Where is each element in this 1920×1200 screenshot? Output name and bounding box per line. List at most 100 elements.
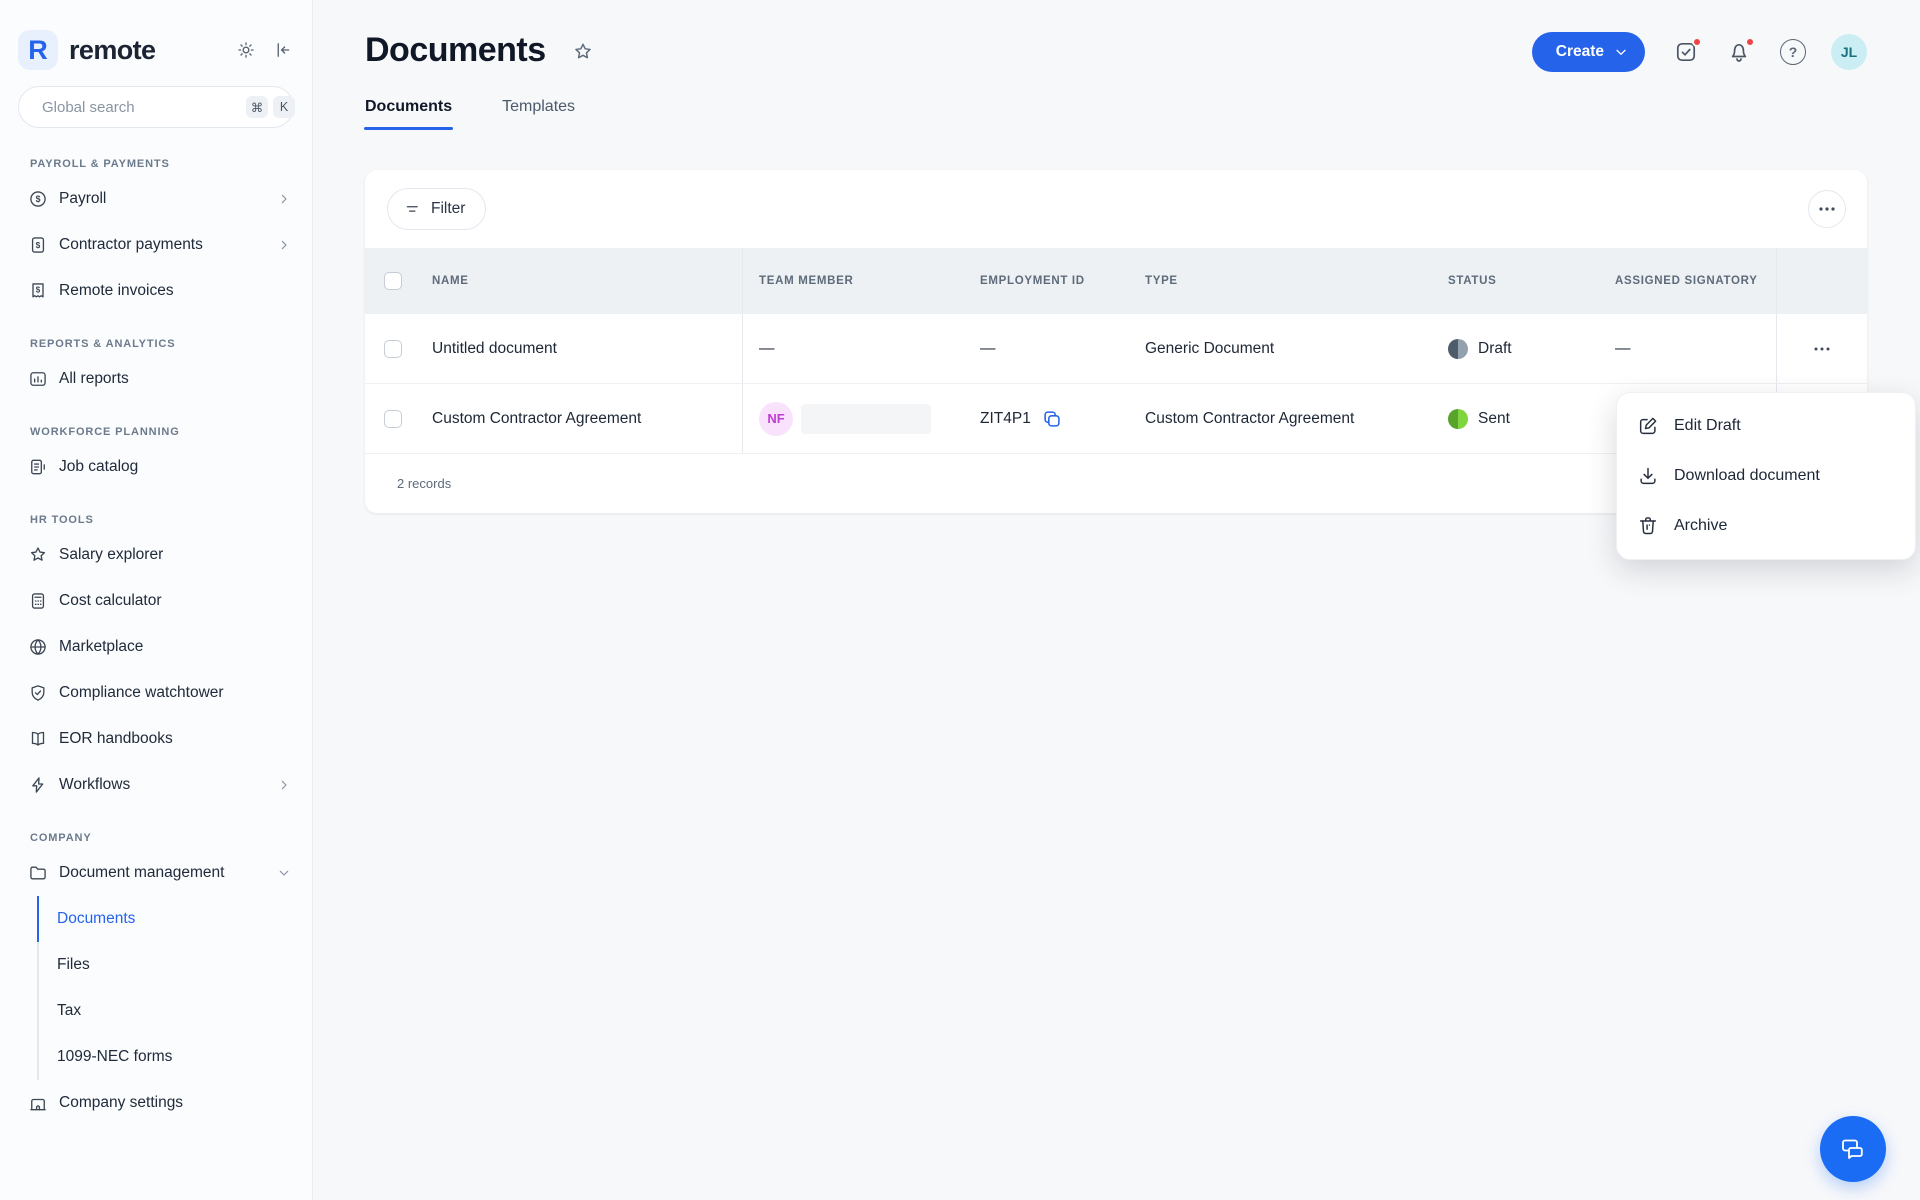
tasks-button[interactable] xyxy=(1674,37,1702,64)
brand-wordmark: remote xyxy=(69,34,156,65)
team-member-avatar: NF xyxy=(759,401,793,436)
menu-item-edit-draft[interactable]: Edit Draft xyxy=(1617,401,1915,451)
section-company: COMPANY xyxy=(30,832,92,844)
chat-bubbles-icon xyxy=(1842,1139,1863,1159)
sidebar-item-workflows[interactable]: Workflows xyxy=(0,762,312,808)
select-all-checkbox[interactable] xyxy=(383,271,402,290)
sidebar-item-all-reports[interactable]: All reports xyxy=(0,356,312,402)
cell-employment-id: ZIT4P1 xyxy=(964,384,1129,453)
ellipsis-icon xyxy=(1819,207,1835,211)
remote-logo-icon: R xyxy=(18,30,58,70)
table-options-button[interactable] xyxy=(1808,190,1846,228)
global-search[interactable]: ⌘ K xyxy=(18,86,295,128)
section-workforce-planning: WORKFORCE PLANNING xyxy=(30,426,180,438)
receipt-dollar-icon: $ xyxy=(31,237,45,253)
bar-chart-icon xyxy=(30,372,46,386)
main-content: Documents Create ? JL Documents Template… xyxy=(313,0,1920,1200)
tab-bar: Documents Templates xyxy=(364,98,1867,130)
subnav-item-1099-nec-forms[interactable]: 1099-NEC forms xyxy=(37,1034,312,1080)
sidebar-item-cost-calculator[interactable]: Cost calculator xyxy=(0,578,312,624)
section-hr-tools: HR TOOLS xyxy=(30,514,94,526)
active-tab-underline xyxy=(364,127,454,130)
calculator-icon xyxy=(31,593,45,609)
column-header-name: NAME xyxy=(420,248,743,313)
filter-button[interactable]: Filter xyxy=(387,188,487,230)
building-icon xyxy=(30,1098,46,1111)
chevron-right-icon xyxy=(281,240,287,250)
sidebar-item-eor-handbooks[interactable]: EOR handbooks xyxy=(0,716,312,762)
column-header-status: STATUS xyxy=(1448,274,1497,287)
book-icon xyxy=(31,731,45,746)
chevron-right-icon xyxy=(281,194,287,204)
edit-icon xyxy=(1639,417,1657,435)
table-row[interactable]: Untitled document — — Generic Document D… xyxy=(365,313,1867,383)
table-header-row: NAME TEAM MEMBER EMPLOYMENT ID TYPE STAT… xyxy=(365,248,1867,313)
chevron-down-icon xyxy=(1616,49,1626,55)
filter-icon xyxy=(406,206,418,212)
copy-icon[interactable] xyxy=(1041,408,1063,430)
chevron-right-icon xyxy=(281,780,287,790)
star-icon xyxy=(30,547,46,561)
cell-assigned-signatory: — xyxy=(1599,314,1777,383)
cell-name: Untitled document xyxy=(420,314,743,383)
cell-employment-id: — xyxy=(980,339,996,357)
svg-text:$: $ xyxy=(36,286,41,295)
sidebar-item-contractor-payments[interactable]: $ Contractor payments xyxy=(0,222,312,268)
notifications-button[interactable] xyxy=(1727,37,1755,64)
status-badge: Sent xyxy=(1448,408,1510,429)
dollar-circle-icon: $ xyxy=(30,191,46,207)
row-checkbox[interactable] xyxy=(383,339,402,358)
menu-item-download-document[interactable]: Download document xyxy=(1617,451,1915,501)
help-button[interactable]: ? xyxy=(1780,39,1806,65)
ellipsis-icon xyxy=(1814,347,1830,350)
shield-check-icon xyxy=(31,685,45,701)
sidebar: R remote ⌘ K PAYROLL & PAYMENTS $ Payrol… xyxy=(0,0,313,1200)
notification-dot xyxy=(1745,37,1755,47)
create-button[interactable]: Create xyxy=(1531,32,1645,72)
theme-sun-icon[interactable] xyxy=(236,40,256,60)
status-badge: Draft xyxy=(1448,338,1512,359)
sidebar-item-salary-explorer[interactable]: Salary explorer xyxy=(0,532,312,578)
column-header-type: TYPE xyxy=(1145,274,1178,287)
column-header-team-member: TEAM MEMBER xyxy=(759,274,854,287)
notification-dot xyxy=(1692,37,1702,47)
favorite-star-icon[interactable] xyxy=(572,41,594,63)
sidebar-item-document-management[interactable]: Document management xyxy=(0,850,312,896)
chat-button[interactable] xyxy=(1820,1116,1886,1182)
row-context-menu: Edit Draft Download document Archive xyxy=(1616,392,1916,560)
subnav-item-documents[interactable]: Documents xyxy=(37,896,312,942)
sidebar-item-remote-invoices[interactable]: $ Remote invoices xyxy=(0,268,312,314)
tab-documents[interactable]: Documents xyxy=(364,98,454,130)
sidebar-nav: PAYROLL & PAYMENTS $ Payroll $ Contracto… xyxy=(0,128,312,1126)
user-avatar[interactable]: JL xyxy=(1831,34,1867,70)
cell-type: Custom Contractor Agreement xyxy=(1145,409,1355,427)
column-header-assigned-signatory: ASSIGNED SIGNATORY xyxy=(1599,248,1777,313)
menu-item-archive[interactable]: Archive xyxy=(1617,501,1915,551)
k-key-badge: K xyxy=(273,96,295,118)
sidebar-item-company-settings[interactable]: Company settings xyxy=(0,1080,312,1126)
sidebar-item-marketplace[interactable]: Marketplace xyxy=(0,624,312,670)
invoice-icon: $ xyxy=(32,283,44,298)
sidebar-item-compliance-watchtower[interactable]: Compliance watchtower xyxy=(0,670,312,716)
cell-team-member: NF xyxy=(743,384,964,453)
status-draft-dot xyxy=(1448,338,1468,359)
document-management-subnav: Documents Files Tax 1099-NEC forms xyxy=(37,896,312,1080)
svg-text:$: $ xyxy=(36,194,41,204)
cell-type: Generic Document xyxy=(1145,339,1275,357)
search-input[interactable] xyxy=(42,98,241,116)
subnav-item-files[interactable]: Files xyxy=(37,942,312,988)
sidebar-item-payroll[interactable]: $ Payroll xyxy=(0,176,312,222)
header-actions: Create ? JL xyxy=(1531,32,1867,72)
sidebar-item-job-catalog[interactable]: Job catalog xyxy=(0,444,312,490)
chevron-down-icon xyxy=(279,870,289,876)
row-checkbox[interactable] xyxy=(383,409,402,428)
tab-templates[interactable]: Templates xyxy=(502,98,575,130)
row-actions-button[interactable] xyxy=(1777,314,1867,383)
subnav-item-tax[interactable]: Tax xyxy=(37,988,312,1034)
collapse-sidebar-icon[interactable] xyxy=(272,40,292,60)
cmd-key-badge: ⌘ xyxy=(246,96,268,118)
trash-icon xyxy=(1639,517,1657,535)
redacted-name xyxy=(801,403,931,434)
globe-icon xyxy=(30,639,46,655)
section-reports-analytics: REPORTS & ANALYTICS xyxy=(30,338,176,350)
